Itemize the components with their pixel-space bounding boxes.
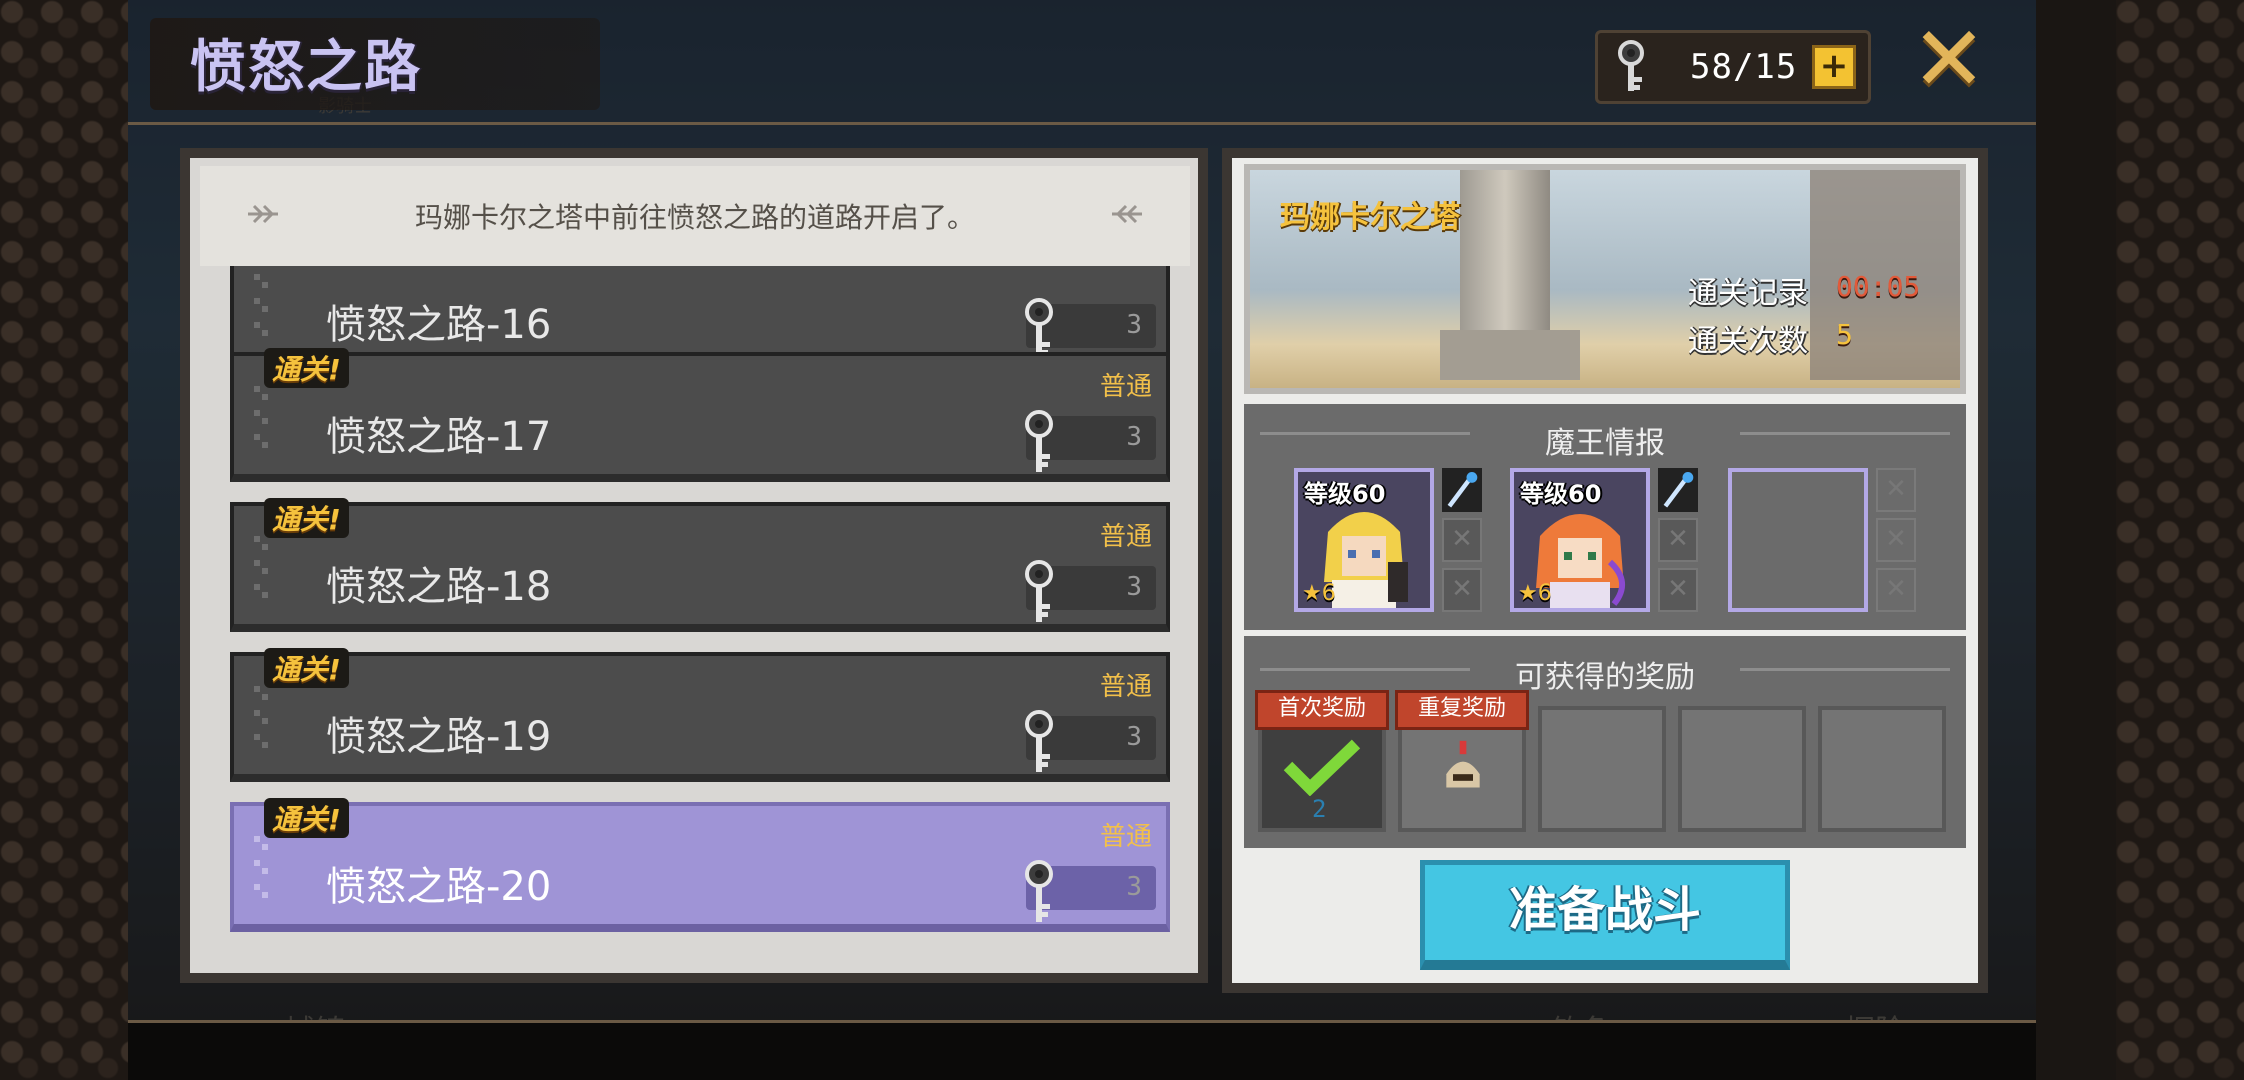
boss-star-count: 6	[1321, 581, 1336, 606]
key-icon	[1025, 560, 1053, 622]
stage-list[interactable]: 愤怒之路-16 3 通关! 愤怒之路-17 普通 3 通关! 愤怒之路-18 普…	[222, 266, 1174, 966]
difficulty-label: 普通	[1099, 372, 1152, 402]
tower-name: 玛娜卡尔之塔	[1280, 200, 1460, 235]
clear-record-value: 00:05	[1836, 270, 1921, 303]
reward-slot-empty	[1818, 706, 1946, 832]
difficulty-label: 普通	[1099, 822, 1152, 852]
boss-card-1[interactable]: 等级60 ★6	[1294, 468, 1434, 612]
boss-stars: ★6	[1302, 581, 1336, 606]
boss-stars: ★6	[1518, 581, 1552, 606]
row-ornament-icon	[254, 274, 268, 336]
equip-slot-empty: ✕	[1876, 568, 1916, 612]
add-keys-button[interactable]: +	[1812, 45, 1856, 89]
equip-slot-empty: ✕	[1442, 568, 1482, 612]
first-reward-tag: 首次奖励	[1255, 690, 1389, 730]
clear-record-label: 通关记录	[1688, 276, 1808, 311]
right-border-pattern	[2116, 0, 2244, 1080]
right-ornament-icon	[1112, 204, 1142, 224]
boss-level: 等级60	[1520, 480, 1602, 508]
cleared-badge: 通关!	[264, 798, 349, 838]
cleared-badge: 通关!	[264, 648, 349, 688]
repeat-reward-tag: 重复奖励	[1395, 690, 1529, 730]
staff-icon	[1663, 472, 1694, 508]
key-cost: 3	[1126, 310, 1142, 340]
stage-list-header: 玛娜卡尔之塔中前往愤怒之路的道路开启了。	[200, 166, 1190, 266]
key-icon	[1025, 710, 1053, 772]
key-counter: 58/15 +	[1595, 30, 1871, 104]
key-count: 58/15	[1690, 47, 1798, 87]
key-cost: 3	[1126, 422, 1142, 452]
difficulty-label: 普通	[1099, 522, 1152, 552]
cleared-badge: 通关!	[264, 498, 349, 538]
key-cost: 3	[1126, 872, 1142, 902]
stage-row-18[interactable]: 通关! 愤怒之路-18 普通 3	[230, 498, 1170, 632]
equip-slot-empty: ✕	[1658, 518, 1698, 562]
staff-icon	[1447, 472, 1478, 508]
equip-slot-empty: ✕	[1442, 518, 1482, 562]
stage-name: 愤怒之路-19	[326, 714, 552, 760]
page-title: 愤怒之路	[190, 35, 422, 100]
weapon-slot[interactable]	[1442, 468, 1482, 512]
boss-level: 等级60	[1304, 480, 1386, 508]
stage-name: 愤怒之路-18	[326, 564, 552, 610]
helmet-icon	[1446, 740, 1480, 788]
reward-slot-empty	[1538, 706, 1666, 832]
boss-card-empty	[1728, 468, 1868, 612]
reward-slot-empty	[1678, 706, 1806, 832]
row-ornament-icon	[254, 536, 268, 598]
stage-row-17[interactable]: 通关! 愤怒之路-17 普通 3	[230, 348, 1170, 482]
cleared-badge: 通关!	[264, 348, 349, 388]
close-button[interactable]: ✕	[1908, 15, 1990, 105]
key-cost: 3	[1126, 722, 1142, 752]
check-icon	[1283, 739, 1361, 796]
stage-row-19[interactable]: 通关! 愤怒之路-19 普通 3	[230, 648, 1170, 782]
clear-count-label: 通关次数	[1688, 324, 1808, 359]
stage-name: 愤怒之路-20	[326, 864, 552, 910]
pillar-base	[1440, 330, 1580, 380]
clear-count-value: 5	[1836, 318, 1853, 351]
difficulty-label: 普通	[1099, 672, 1152, 702]
reward-count: 2	[1312, 795, 1327, 823]
boss-star-count: 6	[1537, 581, 1552, 606]
stage-row-20[interactable]: 通关! 愤怒之路-20 普通 3	[230, 798, 1170, 932]
row-ornament-icon	[254, 836, 268, 898]
equip-slot-empty: ✕	[1658, 568, 1698, 612]
weapon-slot[interactable]	[1658, 468, 1698, 512]
boss-section-title: 魔王情报	[1545, 426, 1665, 461]
stage-name: 愤怒之路-17	[326, 414, 552, 460]
top-divider	[128, 122, 2036, 125]
equip-slot-empty: ✕	[1876, 518, 1916, 562]
left-border-pattern	[0, 0, 128, 1080]
boss-card-2[interactable]: 等级60 ★6	[1510, 468, 1650, 612]
equip-slot-empty: ✕	[1876, 468, 1916, 512]
stage-name: 愤怒之路-16	[326, 302, 552, 348]
key-cost: 3	[1126, 572, 1142, 602]
row-ornament-icon	[254, 386, 268, 448]
bottom-bar	[128, 1023, 2036, 1080]
key-icon	[1025, 860, 1053, 922]
header-message: 玛娜卡尔之塔中前往愤怒之路的道路开启了。	[414, 201, 975, 234]
row-ornament-icon	[254, 686, 268, 748]
key-icon	[1618, 40, 1644, 91]
prepare-battle-button[interactable]: 准备战斗	[1420, 860, 1790, 970]
key-icon	[1025, 410, 1053, 472]
